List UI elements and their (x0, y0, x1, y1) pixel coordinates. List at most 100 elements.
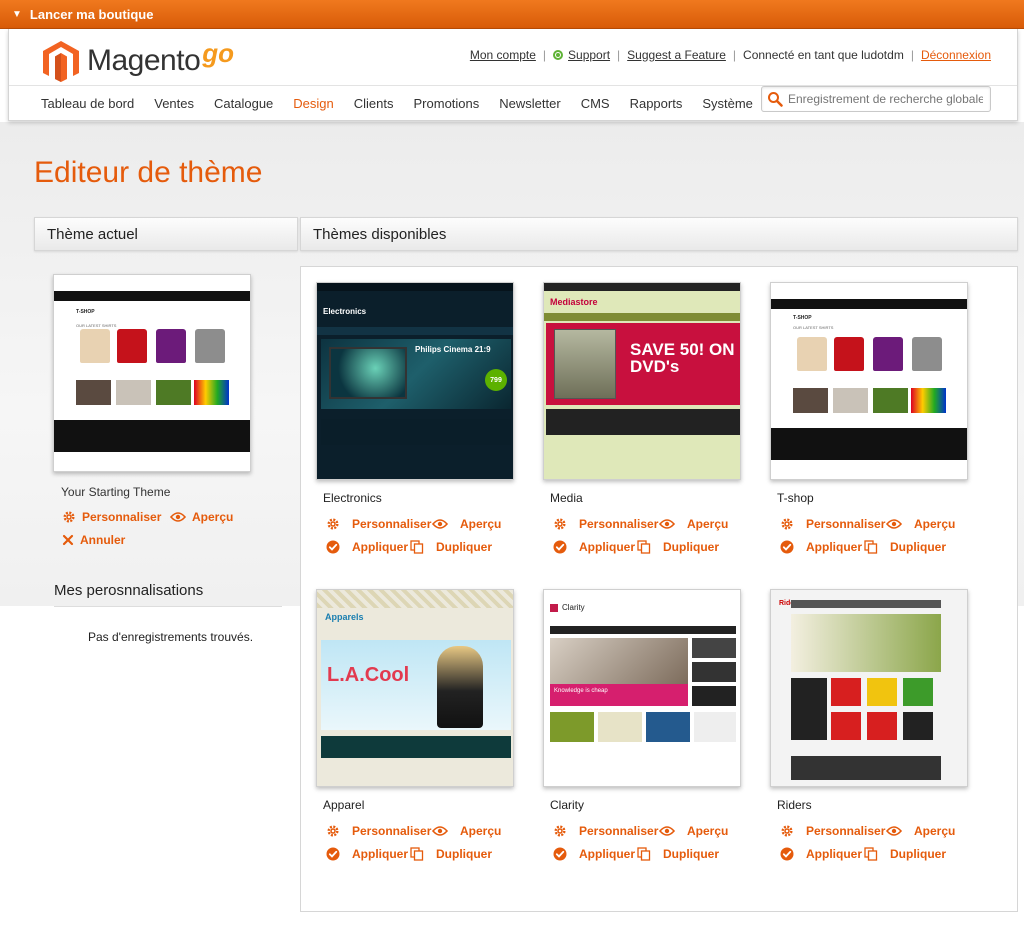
nav-system[interactable]: Système (702, 96, 753, 111)
checkmark-icon (780, 847, 800, 861)
checkmark-icon (326, 540, 346, 554)
current-customize-button[interactable]: Personnaliser (62, 510, 161, 524)
apparel-preview-button[interactable]: Aperçu (432, 824, 501, 838)
suggest-feature-link[interactable]: Suggest a Feature (627, 48, 726, 62)
customize-label: Personnaliser (579, 824, 659, 838)
duplicate-icon (864, 847, 884, 861)
global-search[interactable] (761, 86, 991, 112)
gear-icon (553, 824, 573, 838)
logout-link[interactable]: Déconnexion (921, 48, 991, 62)
page-title: Editeur de thème (34, 156, 263, 189)
apparel-duplicate-button[interactable]: Dupliquer (410, 847, 492, 861)
cancel-label: Annuler (80, 533, 126, 547)
clarity-duplicate-button[interactable]: Dupliquer (637, 847, 719, 861)
checkmark-icon (553, 540, 573, 554)
gear-icon (780, 824, 800, 838)
checkmark-icon (780, 540, 800, 554)
gear-icon (553, 517, 573, 531)
search-icon (762, 87, 788, 111)
checkmark-icon (553, 847, 573, 861)
media-apply-button[interactable]: Appliquer (553, 540, 635, 554)
nav-catalog[interactable]: Catalogue (214, 96, 273, 111)
gear-icon (780, 517, 800, 531)
nav-dashboard[interactable]: Tableau de bord (41, 96, 134, 111)
thumb-tshop-brand: T-SHOP (793, 315, 812, 321)
eye-icon (432, 518, 454, 530)
thumb-media-brand: Mediastore (550, 297, 598, 307)
theme-thumbnail-clarity[interactable]: Clarity Knowledge is cheap (543, 589, 741, 787)
electronics-apply-button[interactable]: Appliquer (326, 540, 408, 554)
theme-thumbnail-media[interactable]: Mediastore SAVE 50! ON DVD's (543, 282, 741, 480)
media-customize-button[interactable]: Personnaliser (553, 517, 658, 531)
launch-store-bar[interactable]: ▼ Lancer ma boutique (0, 0, 1024, 29)
duplicate-icon (864, 540, 884, 554)
current-cancel-button[interactable]: Annuler (62, 533, 125, 547)
magento-go-logo[interactable]: Magento go (41, 37, 235, 83)
tshop-duplicate-button[interactable]: Dupliquer (864, 540, 946, 554)
thumb-apparel-brand: Apparels (325, 612, 364, 622)
customizations-heading: Mes perosnnalisations (54, 582, 204, 599)
available-themes-heading: Thèmes disponibles (300, 217, 1018, 251)
duplicate-label: Dupliquer (663, 847, 719, 861)
nav-newsletter[interactable]: Newsletter (499, 96, 560, 111)
customize-label: Personnaliser (806, 517, 886, 531)
link-separator: | (542, 48, 547, 62)
preview-label: Aperçu (687, 517, 729, 531)
duplicate-label: Dupliquer (436, 847, 492, 861)
clarity-apply-button[interactable]: Appliquer (553, 847, 635, 861)
current-theme-thumbnail[interactable]: T-SHOP OUR LATEST SHIRTS (53, 274, 251, 472)
nav-sales[interactable]: Ventes (154, 96, 194, 111)
customize-label: Personnaliser (579, 517, 659, 531)
global-search-input[interactable] (788, 92, 983, 106)
theme-name-apparel: Apparel (323, 798, 365, 812)
tshop-apply-button[interactable]: Appliquer (780, 540, 862, 554)
nav-reports[interactable]: Rapports (630, 96, 683, 111)
gear-icon (326, 517, 346, 531)
clarity-preview-button[interactable]: Aperçu (659, 824, 728, 838)
electronics-duplicate-button[interactable]: Dupliquer (410, 540, 492, 554)
nav-cms[interactable]: CMS (581, 96, 610, 111)
eye-icon (886, 825, 908, 837)
duplicate-label: Dupliquer (890, 540, 946, 554)
apply-label: Appliquer (579, 847, 635, 861)
riders-apply-button[interactable]: Appliquer (780, 847, 862, 861)
electronics-preview-button[interactable]: Aperçu (432, 517, 501, 531)
apparel-customize-button[interactable]: Personnaliser (326, 824, 431, 838)
apparel-apply-button[interactable]: Appliquer (326, 847, 408, 861)
customize-label: Personnaliser (352, 517, 432, 531)
theme-thumbnail-electronics[interactable]: Electronics Philips Cinema 21:9 799 (316, 282, 514, 480)
nav-customers[interactable]: Clients (354, 96, 394, 111)
current-preview-button[interactable]: Aperçu (170, 510, 233, 524)
media-preview-button[interactable]: Aperçu (659, 517, 728, 531)
support-link[interactable]: Support (568, 48, 610, 62)
nav-promotions[interactable]: Promotions (414, 96, 480, 111)
eye-icon (886, 518, 908, 530)
riders-preview-button[interactable]: Aperçu (886, 824, 955, 838)
preview-label: Aperçu (687, 824, 729, 838)
riders-customize-button[interactable]: Personnaliser (780, 824, 885, 838)
theme-thumbnail-riders[interactable]: Riders (770, 589, 968, 787)
preview-label: Aperçu (192, 510, 234, 524)
thumb-tshop-headline: OUR LATEST SHIRTS (793, 325, 834, 330)
media-duplicate-button[interactable]: Dupliquer (637, 540, 719, 554)
tshop-preview-button[interactable]: Aperçu (886, 517, 955, 531)
tshop-customize-button[interactable]: Personnaliser (780, 517, 885, 531)
link-separator: | (732, 48, 737, 62)
theme-name-clarity: Clarity (550, 798, 585, 812)
current-theme-heading: Thème actuel (34, 217, 298, 251)
theme-name-electronics: Electronics (323, 491, 382, 505)
admin-header: Magento go Mon compte | Support | Sugges… (8, 29, 1018, 121)
theme-name-media: Media (550, 491, 583, 505)
riders-duplicate-button[interactable]: Dupliquer (864, 847, 946, 861)
link-separator: | (910, 48, 914, 62)
logo-suffix: go (202, 37, 235, 68)
clarity-customize-button[interactable]: Personnaliser (553, 824, 658, 838)
main-nav: Tableau de bord Ventes Catalogue Design … (31, 91, 763, 115)
electronics-customize-button[interactable]: Personnaliser (326, 517, 431, 531)
gear-icon (63, 511, 75, 523)
nav-design[interactable]: Design (293, 96, 333, 111)
theme-thumbnail-tshop[interactable]: T-SHOP OUR LATEST SHIRTS (770, 282, 968, 480)
my-account-link[interactable]: Mon compte (470, 48, 536, 62)
magento-logo-icon (43, 41, 79, 82)
theme-thumbnail-apparel[interactable]: Apparels L.A.Cool (316, 589, 514, 787)
